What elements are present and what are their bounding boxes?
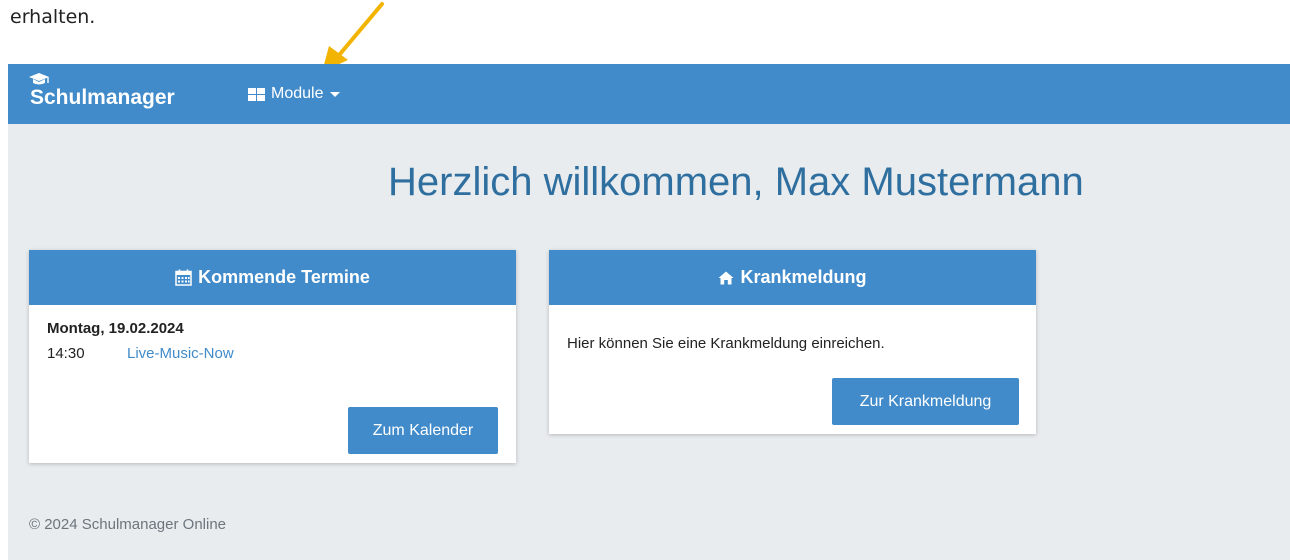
module-label: Module xyxy=(271,85,324,102)
termine-card-header: Kommende Termine xyxy=(29,250,516,305)
termine-card-title: Kommende Termine xyxy=(198,267,370,287)
document-text: erhalten. xyxy=(10,6,96,28)
krankmeldung-card: Krankmeldung Hier können Sie eine Krankm… xyxy=(549,250,1036,434)
calendar-button[interactable]: Zum Kalender xyxy=(348,407,498,454)
brand-logo[interactable]: Schulmanager xyxy=(28,73,175,110)
krankmeldung-card-header: Krankmeldung xyxy=(549,250,1036,305)
event-date: Montag, 19.02.2024 xyxy=(47,320,184,337)
footer-copyright: © 2024 Schulmanager Online xyxy=(29,516,227,533)
brand-name: Schulmanager xyxy=(30,86,175,109)
navbar: Schulmanager Module xyxy=(8,64,1290,124)
calendar-icon xyxy=(175,269,192,286)
graduation-cap-icon xyxy=(29,73,49,85)
krankmeldung-card-title: Krankmeldung xyxy=(740,267,867,287)
krankmeldung-info: Hier können Sie eine Krankmeldung einrei… xyxy=(567,335,885,352)
termine-card: Kommende Termine Montag, 19.02.2024 14:3… xyxy=(29,250,516,463)
event-link[interactable]: Live-Music-Now xyxy=(127,345,234,362)
app-frame: Schulmanager Module Herzlich willkommen,… xyxy=(8,64,1290,560)
home-icon xyxy=(718,271,734,284)
caret-down-icon xyxy=(330,91,341,97)
module-dropdown[interactable]: Module xyxy=(248,83,341,105)
grid-icon xyxy=(248,87,265,101)
event-time: 14:30 xyxy=(47,345,85,362)
krankmeldung-button[interactable]: Zur Krankmeldung xyxy=(832,378,1019,425)
welcome-heading: Herzlich willkommen, Max Mustermann xyxy=(388,160,1084,204)
